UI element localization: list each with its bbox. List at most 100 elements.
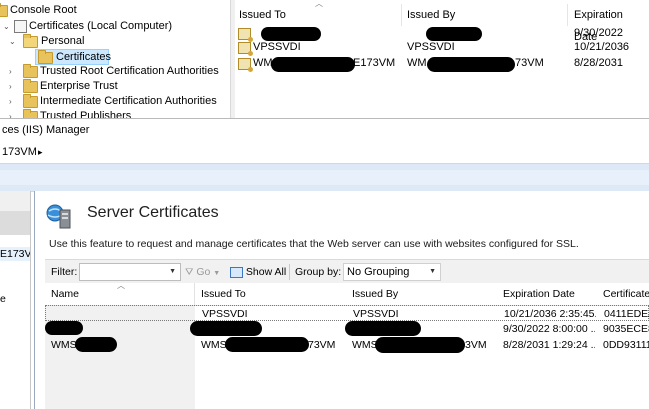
column-divider[interactable] <box>401 4 402 26</box>
tree-item-label: Trusted Root Certification Authorities <box>40 65 219 77</box>
cell-expiration: 10/21/2036 <box>574 41 630 53</box>
redaction-mark <box>190 321 262 336</box>
cell-issued-to-suffix: E173VM <box>353 57 396 69</box>
go-button[interactable]: ⛛ Go ▼ <box>185 260 220 284</box>
feature-title: Server Certificates <box>87 204 219 221</box>
go-label: Go <box>196 266 211 278</box>
filter-toolbar: Filter: ▼ ⛛ Go ▼ Show All Group by: No G… <box>45 259 649 285</box>
column-divider[interactable] <box>567 4 568 26</box>
connections-tree-item[interactable]: E173V <box>0 247 30 261</box>
tree-item-trusted-root[interactable]: › Trusted Root Certification Authorities <box>3 64 228 79</box>
cell-certificate-hash: 9035ECE87 <box>603 323 649 335</box>
certificate-icon <box>238 42 253 56</box>
chevron-right-icon[interactable]: › <box>9 109 12 118</box>
tree-item-label: Certificates <box>56 51 112 63</box>
folder-icon <box>23 109 38 118</box>
chevron-right-icon[interactable]: › <box>9 79 12 94</box>
chevron-right-icon[interactable]: › <box>9 64 12 79</box>
tree-item-label: Intermediate Certification Authorities <box>40 95 217 107</box>
group-by-label: Group by: <box>295 266 342 278</box>
redaction-mark <box>375 337 465 353</box>
folder-icon <box>0 3 8 17</box>
tree-item-label: Enterprise Trust <box>40 80 118 92</box>
cell-expiration: 9/30/2022 8:00:00 ... <box>503 323 595 335</box>
tree-item-personal[interactable]: ⌄ Personal <box>3 34 228 49</box>
dropdown-arrow-icon[interactable]: ▼ <box>169 264 176 280</box>
cell-issued-to: WMS <box>201 339 227 351</box>
filter-label: Filter: <box>51 266 78 278</box>
cell-certificate-hash: 0411EDEA( <box>604 308 649 320</box>
cell-issued-by-suffix: 3VM <box>465 339 487 351</box>
server-certificates-icon <box>45 201 75 231</box>
folder-icon <box>23 79 38 93</box>
tree-item-enterprise-trust[interactable]: › Enterprise Trust <box>3 79 228 94</box>
table-row[interactable]: VPSSVDI VPSSVDI 10/21/2036 2:35:45... 04… <box>45 305 649 321</box>
iis-toolbar-strip <box>0 163 649 192</box>
redaction-mark <box>225 337 309 352</box>
show-all-button[interactable]: Show All <box>230 260 286 284</box>
breadcrumb-node[interactable]: 173VM <box>2 141 37 163</box>
column-header-expiration-date[interactable]: Expiration Date <box>497 283 598 306</box>
cell-issued-to: VPSSVDI <box>202 308 248 320</box>
tree-item-label: Certificates (Local Computer) <box>29 20 173 32</box>
cell-expiration: 9/30/2022 <box>574 27 623 39</box>
show-all-label: Show All <box>245 266 287 278</box>
cell-issued-to: WM <box>253 57 273 69</box>
tree-item-label: E173V <box>0 248 30 260</box>
tree-item-intermediate[interactable]: › Intermediate Certification Authorities <box>3 94 228 109</box>
column-header-issued-to[interactable]: Issued To <box>239 4 286 26</box>
dropdown-arrow-icon: ▼ <box>213 270 221 277</box>
redaction-mark <box>45 321 83 335</box>
redaction-mark <box>75 337 117 352</box>
chevron-down-icon[interactable]: ⌄ <box>9 34 16 49</box>
connections-pane-header <box>0 191 30 213</box>
column-header-issued-to[interactable]: Issued To <box>195 283 347 306</box>
folder-icon <box>23 94 38 108</box>
column-header-issued-by[interactable]: Issued By <box>346 283 498 306</box>
toolbar-band <box>0 170 649 185</box>
show-all-icon <box>230 266 243 278</box>
cell-issued-by: WM <box>407 57 427 69</box>
column-header-label: Issued To <box>239 9 286 21</box>
redaction-mark <box>427 57 515 72</box>
folder-icon <box>23 64 38 78</box>
cell-expiration: 8/28/2031 1:29:24 ... <box>503 339 595 351</box>
cell-name: WMS <box>51 339 77 351</box>
redaction-mark <box>426 27 482 41</box>
server-certificates-grid: Name ︿ Issued To Issued By Expiration Da… <box>45 281 649 409</box>
tree-item-certificates[interactable]: Certificates <box>35 49 112 65</box>
toolbar-separator <box>289 264 290 280</box>
column-header-label: Issued To <box>201 288 246 300</box>
table-row[interactable]: WMS WMS 73VM WMS 3VM 8/28/2031 1:29:24 .… <box>45 337 649 353</box>
column-header-issued-by[interactable]: Issued By <box>407 4 455 26</box>
cell-issued-by-suffix: 73VM <box>515 57 544 69</box>
cell-certificate-hash: 0DD931112 <box>603 339 649 351</box>
column-header-certificate-hash[interactable]: Certificate <box>597 283 649 306</box>
feature-description: Use this feature to request and manage c… <box>49 238 579 250</box>
certificate-snapin-icon <box>14 20 27 33</box>
chevron-right-icon[interactable]: › <box>9 94 12 109</box>
filter-input-value <box>80 266 83 278</box>
group-by-value: No Grouping <box>347 266 410 278</box>
dropdown-arrow-icon[interactable]: ▼ <box>429 264 436 280</box>
breadcrumb-arrow-icon[interactable]: ▸ <box>38 141 43 163</box>
group-by-select[interactable]: No Grouping ▼ <box>343 263 441 281</box>
connections-tree-item[interactable]: e <box>0 293 6 305</box>
folder-open-icon <box>23 34 38 48</box>
iis-window-titlebar: ces (IIS) Manager <box>0 118 649 141</box>
certificate-icon <box>238 58 253 72</box>
folder-icon <box>38 50 53 64</box>
cell-issued-by: VPSSVDI <box>353 308 399 320</box>
cell-issued-to-suffix: 73VM <box>308 339 336 351</box>
filter-input[interactable]: ▼ <box>79 263 181 281</box>
list-row[interactable]: VPSSVDI VPSSVDI 10/21/2036 <box>235 40 649 56</box>
cell-issued-by: WMS <box>352 339 378 351</box>
mmc-certificate-list: ︿ Issued To Issued By Expiration Date 9/… <box>235 0 649 118</box>
chevron-down-icon[interactable]: ⌄ <box>3 19 10 34</box>
window-title: ces (IIS) Manager <box>2 124 90 136</box>
column-header-label: Expiration Date <box>503 288 575 300</box>
tree-item-trusted-publishers[interactable]: › Trusted Publishers <box>3 109 228 118</box>
iis-address-bar[interactable]: 173VM ▸ <box>0 141 649 163</box>
column-header-expiration-date[interactable]: Expiration Date <box>574 4 649 43</box>
connections-toolbar <box>0 211 30 235</box>
